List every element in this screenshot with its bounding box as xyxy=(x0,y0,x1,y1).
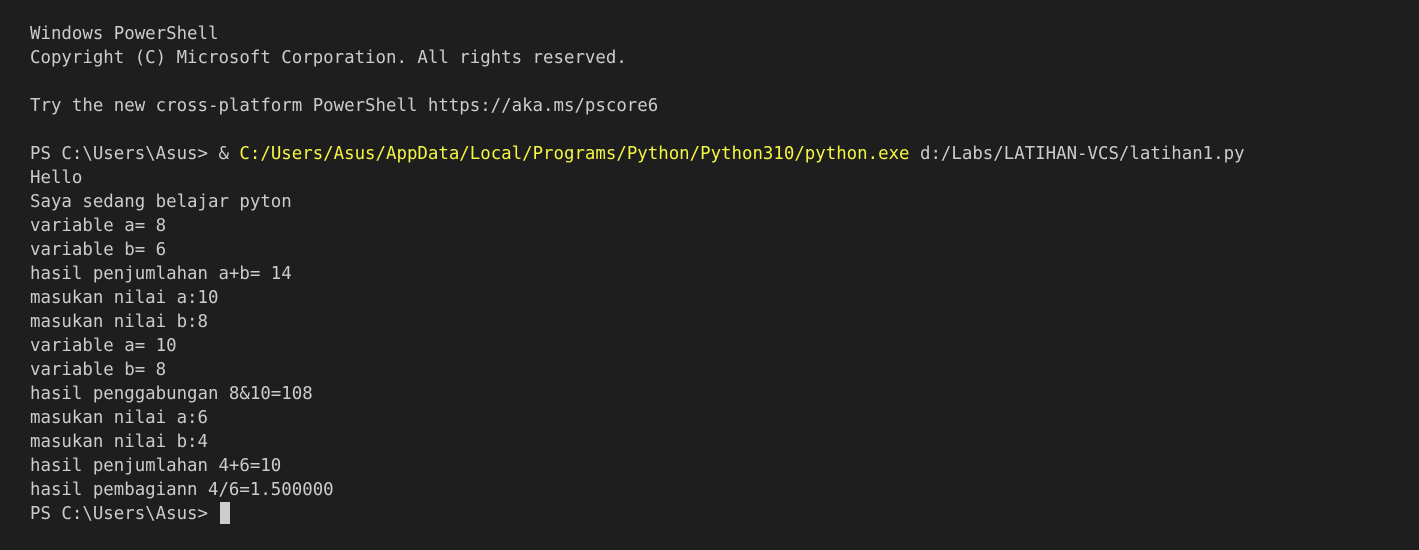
terminal-window[interactable]: Windows PowerShell Copyright (C) Microso… xyxy=(30,22,1400,542)
final-prompt-line[interactable]: PS C:\Users\Asus> xyxy=(30,502,1400,526)
text-cursor xyxy=(220,502,231,524)
terminal-banner-tip: Try the new cross-platform PowerShell ht… xyxy=(30,96,659,116)
terminal-banner-title: Windows PowerShell xyxy=(30,24,219,44)
executable-path: C:/Users/Asus/AppData/Local/Programs/Pyt… xyxy=(239,144,910,164)
command-line: PS C:\Users\Asus> & C:/Users/Asus/AppDat… xyxy=(30,142,1400,166)
terminal-banner-copyright: Copyright (C) Microsoft Corporation. All… xyxy=(30,48,627,68)
output-line: hasil penjumlahan 4+6=10 xyxy=(30,456,282,476)
output-line: masukan nilai b:8 xyxy=(30,312,208,332)
output-line: hasil pembagiann 4/6=1.500000 xyxy=(30,480,334,500)
output-line: hasil penjumlahan a+b= 14 xyxy=(30,264,292,284)
prompt: PS C:\Users\Asus> xyxy=(30,144,219,164)
output-line: Hello xyxy=(30,168,83,188)
output-line: masukan nilai a:6 xyxy=(30,408,208,428)
output-line: variable b= 8 xyxy=(30,360,167,380)
output-line: variable b= 6 xyxy=(30,240,167,260)
script-argument: d:/Labs/LATIHAN-VCS/latihan1.py xyxy=(909,144,1245,164)
output-line: variable a= 10 xyxy=(30,336,177,356)
output-line: variable a= 8 xyxy=(30,216,167,236)
prompt: PS C:\Users\Asus> xyxy=(30,504,219,524)
output-line: hasil penggabungan 8&10=108 xyxy=(30,384,313,404)
call-operator: & xyxy=(218,144,240,164)
output-line: Saya sedang belajar pyton xyxy=(30,192,292,212)
output-line: masukan nilai a:10 xyxy=(30,288,219,308)
output-line: masukan nilai b:4 xyxy=(30,432,208,452)
